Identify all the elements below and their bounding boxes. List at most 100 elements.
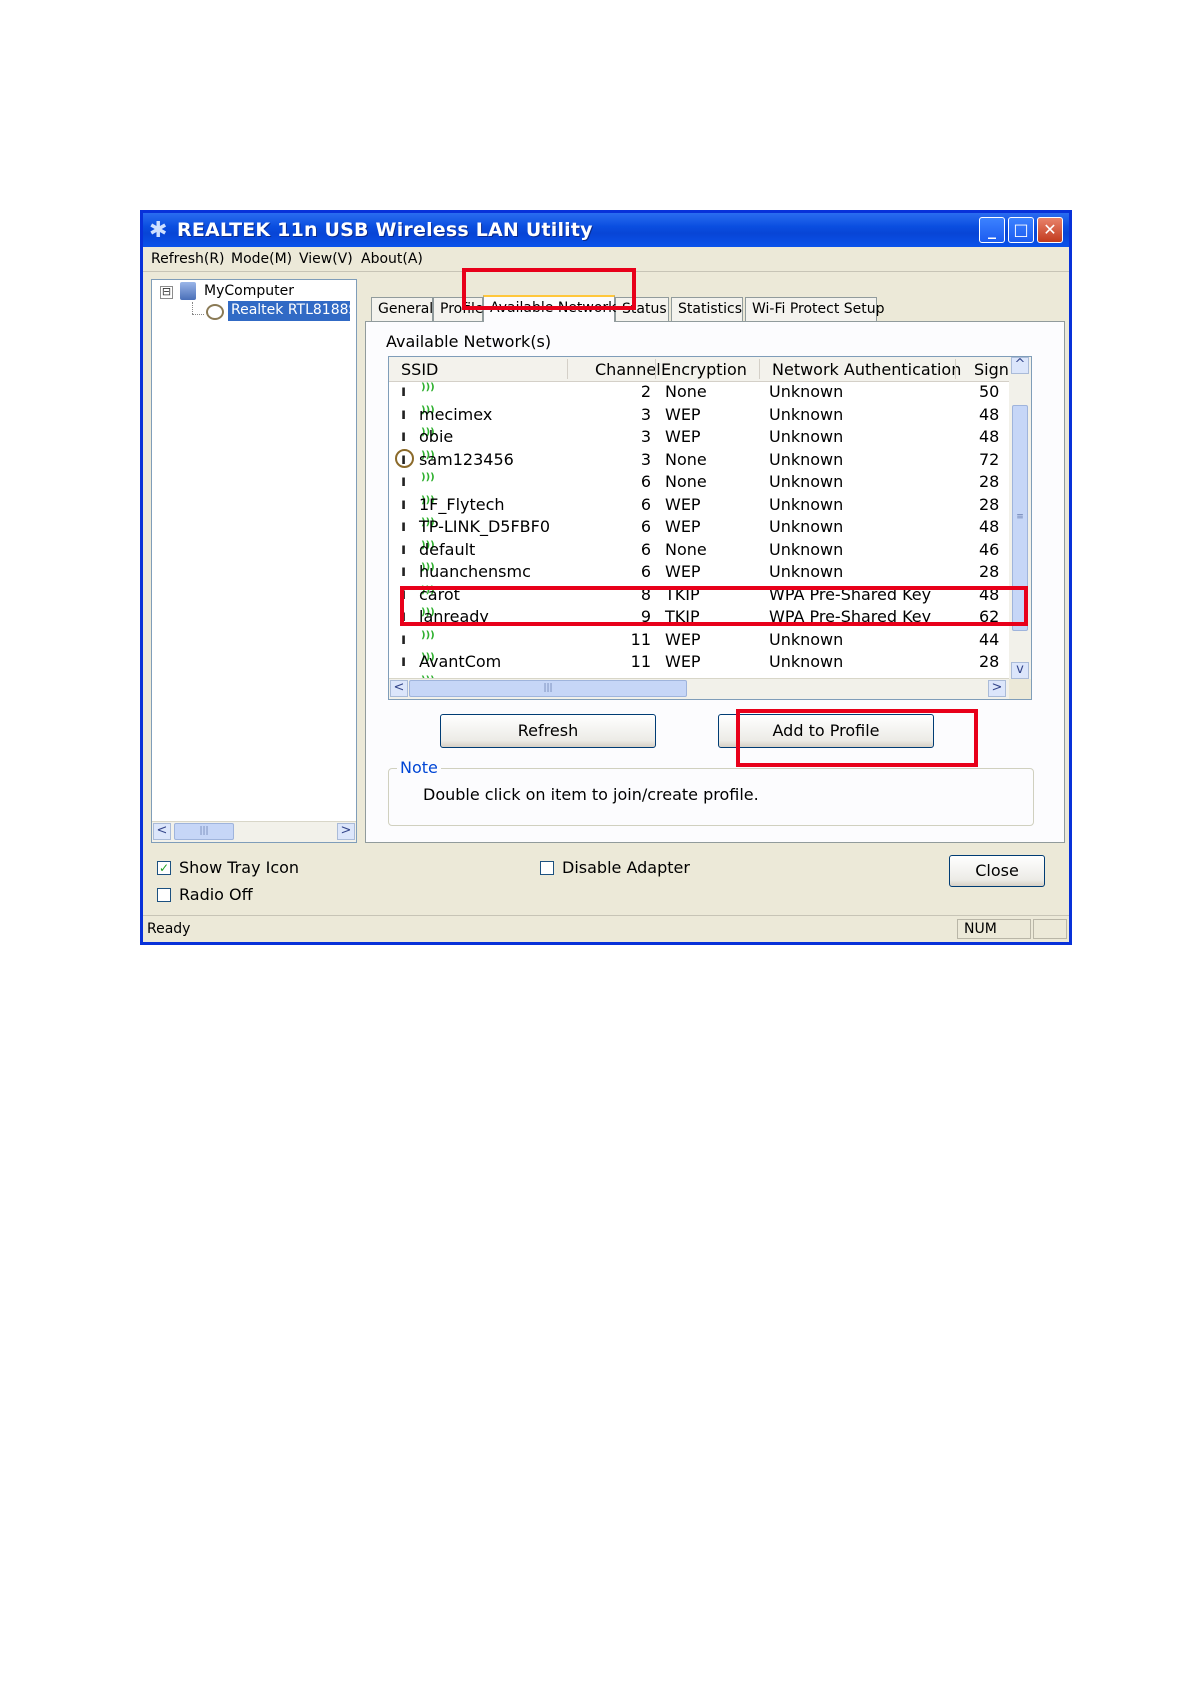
tab-statistics[interactable]: Statistics [671,297,743,321]
title-bar[interactable]: ✱ REALTEK 11n USB Wireless LAN Utility _… [143,213,1069,247]
refresh-button[interactable]: Refresh [440,714,656,748]
encryption-cell: WEP [665,562,701,581]
ssid-cell: obie [419,427,454,446]
scroll-left-arrow-icon[interactable]: < [153,823,171,840]
adapter-icon [206,304,224,320]
menu-about[interactable]: About(A) [361,251,423,267]
network-row[interactable]: ı))) default 6 None Unknown 46 [389,539,1009,561]
tab-wifi-protect-setup[interactable]: Wi-Fi Protect Setup [745,297,885,321]
auth-cell: Unknown [769,427,844,446]
highlight-available-network-tab [462,268,636,310]
encryption-cell: WEP [665,517,701,536]
num-lock-indicator: NUM [957,919,1031,939]
column-divider[interactable] [655,359,656,379]
signal-antenna-icon: ı))) [401,382,435,400]
collapse-icon[interactable]: ⊟ [160,286,173,299]
auth-cell: Unknown [769,562,844,581]
column-divider[interactable] [955,359,956,379]
close-window-button[interactable]: ✕ [1037,217,1063,243]
utility-window: ✱ REALTEK 11n USB Wireless LAN Utility _… [140,210,1072,945]
list-hscroll-thumb[interactable]: ||| [409,680,687,697]
tree-connector [192,302,194,314]
scroll-corner [1009,679,1031,699]
encryption-cell: None [665,382,707,401]
signal-cell: 44 [979,629,1000,649]
network-row[interactable]: ı))) 1F_Flytech 6 WEP Unknown 28 [389,494,1009,516]
tree-connector [192,314,204,316]
network-row[interactable]: ı))) 6 None Unknown 28 [389,471,1009,493]
encryption-cell: WEP [665,404,701,424]
list-horizontal-scrollbar[interactable]: < ||| > [389,678,1009,699]
column-divider[interactable] [759,359,760,379]
status-text: Ready [147,921,191,937]
signal-cell: 46 [979,539,1000,559]
tree-item-adapter[interactable]: Realtek RTL8188SU [228,301,350,321]
ssid-cell: sam123456 [419,449,514,469]
encryption-cell: WEP [665,494,701,514]
column-channel[interactable]: Channel [595,360,661,379]
channel-cell: 6 [640,472,651,491]
note-text: Double click on item to join/create prof… [423,785,759,804]
auth-cell: Unknown [769,629,844,649]
disable-adapter-checkbox[interactable] [540,861,554,875]
tree-item-mycomputer[interactable]: MyComputer [204,283,294,299]
list-header: SSID Channel Encryption Network Authenti… [389,357,1009,382]
column-ssid[interactable]: SSID [401,360,438,379]
auth-cell: Unknown [769,494,844,514]
scroll-up-arrow-icon[interactable]: ^ [1011,357,1029,374]
encryption-cell: WEP [665,652,701,671]
signal-cell: 48 [979,427,1000,446]
radio-off-checkbox[interactable] [157,888,171,902]
list-vertical-scrollbar[interactable]: ^ ≡ v [1009,357,1031,679]
ssid-cell: mecimex [419,404,493,424]
menu-mode[interactable]: Mode(M) [231,251,292,267]
close-button[interactable]: Close [949,855,1045,887]
scroll-right-arrow-icon[interactable]: > [988,680,1006,697]
network-list[interactable]: SSID Channel Encryption Network Authenti… [388,356,1032,700]
network-row[interactable]: ı))) TP-LINK_D5FBF0 6 WEP Unknown 48 [389,516,1009,538]
minimize-button[interactable]: _ [979,217,1005,243]
maximize-button[interactable]: □ [1008,217,1034,243]
network-row[interactable]: ı))) 2 None Unknown 50 [389,381,1009,403]
scroll-down-arrow-icon[interactable]: v [1011,662,1029,679]
disable-adapter-label: Disable Adapter [562,858,690,877]
network-row[interactable]: ı))) obie 3 WEP Unknown 48 [389,426,1009,448]
network-row[interactable]: ı))) 11 WEP Unknown 44 [389,629,1009,651]
column-signal[interactable]: Signal [974,360,1009,379]
channel-cell: 11 [630,629,651,649]
menu-refresh[interactable]: Refresh(R) [151,251,225,267]
device-tree: ⊟ MyComputer Realtek RTL8188SU < ||| > [151,279,357,843]
show-tray-icon-checkbox[interactable]: ✓ [157,861,171,875]
signal-cell: 28 [979,562,1000,581]
network-row[interactable]: ı))) huanchensmc 6 WEP Unknown 28 [389,561,1009,583]
ssid-cell: default [419,539,476,559]
signal-antenna-icon: ı))) [401,427,435,445]
signal-wave-icon: ))) [421,629,435,641]
resize-grip-icon[interactable] [1033,919,1067,939]
column-encryption[interactable]: Encryption [661,360,747,379]
signal-antenna-icon: ı))) [401,472,435,490]
signal-antenna-icon: ı))) [401,517,435,535]
column-network-authentication[interactable]: Network Authentication [772,360,961,379]
status-bar: Ready NUM [143,915,1069,942]
highlight-add-to-profile [736,709,978,767]
scroll-thumb[interactable]: ||| [174,823,234,840]
menu-view[interactable]: View(V) [299,251,353,267]
encryption-cell: None [665,449,707,469]
scroll-left-arrow-icon[interactable]: < [390,680,408,697]
network-row[interactable]: ı))) mecimex 3 WEP Unknown 48 [389,404,1009,426]
channel-cell: 6 [640,562,651,581]
tree-horizontal-scrollbar[interactable]: < ||| > [152,821,356,842]
network-row[interactable]: ı))) sam123456 3 None Unknown 72 [389,448,1009,471]
tab-general[interactable]: General [371,297,433,321]
channel-cell: 6 [640,539,651,559]
network-row[interactable]: ı))) AvantCom 11 WEP Unknown 28 [389,651,1009,673]
channel-cell: 2 [640,382,651,401]
signal-antenna-icon: ı))) [401,494,435,513]
column-divider[interactable] [567,359,568,379]
connected-indicator-icon [395,448,414,468]
signal-cell: 28 [979,472,1000,491]
encryption-cell: WEP [665,427,701,446]
scroll-right-arrow-icon[interactable]: > [337,823,355,840]
radio-off-label: Radio Off [179,885,253,904]
